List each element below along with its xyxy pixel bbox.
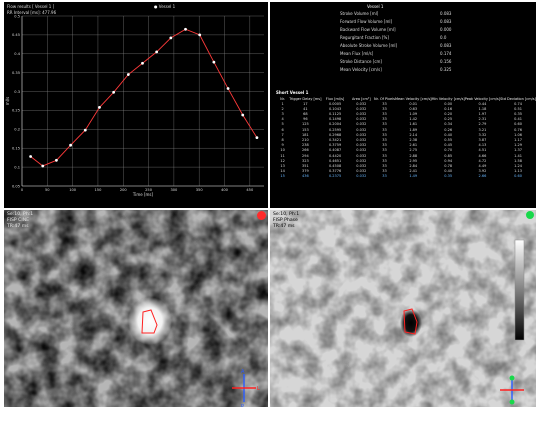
x-tick-label: 350	[196, 188, 204, 192]
y-tick-label: 0.05	[12, 184, 20, 188]
results-panel: Vessel 1 Stroke Volume [ml] 0.083 Forward …	[270, 2, 536, 208]
summary-label: Mean Velocity [cm/s]	[340, 67, 382, 72]
magnitude-viewport[interactable]: A P L Se:10, Ph:1 FISP CINE TR:47 ms	[4, 210, 268, 407]
data-point	[198, 33, 202, 37]
mag-sequence-label: FISP CINE	[7, 218, 30, 223]
y-tick-label: 0.1	[14, 165, 20, 169]
x-tick-label: 400	[221, 188, 229, 192]
data-point	[184, 27, 187, 31]
table-title: Short Vessel 1	[276, 90, 309, 95]
x-tick-label: 300	[170, 188, 178, 192]
x-tick-label: 450	[246, 188, 254, 192]
series-line	[30, 28, 258, 167]
flow-analysis-app: Flow results [ Vessel 1 ] RR Interval [m…	[0, 0, 550, 421]
table-header-row: Nr. Trigger Delay [ms] Flux [ml/s] Area [cm…	[276, 97, 536, 102]
flow-graph-panel[interactable]: Flow results [ Vessel 1 ] RR Interval [m…	[4, 2, 268, 208]
data-point	[141, 61, 144, 65]
summary-label: Backward Flow Volume [ml]	[340, 27, 396, 32]
summary-value: 0.083	[440, 43, 452, 48]
summary-label: Stroke Volume [ml]	[340, 11, 379, 16]
table-cell: 1.49	[409, 174, 418, 179]
data-point	[126, 73, 130, 76]
x-tick-label: 200	[120, 188, 128, 192]
data-point	[241, 113, 245, 117]
x-tick-label: 50	[45, 188, 50, 192]
summary-value: 0.325	[440, 67, 452, 72]
data-point	[83, 128, 87, 132]
summary-label: Forward Flow Volume [ml]	[340, 19, 393, 24]
magnitude-image[interactable]: A P L	[4, 210, 268, 407]
summary-value: 0.0	[440, 35, 447, 40]
mag-series-label: Se:10, Ph:1	[7, 212, 34, 217]
x-axis-label: Time [ms]	[132, 192, 154, 197]
data-point	[155, 50, 159, 54]
summary-label: Stroke Distance [cm]	[340, 59, 382, 64]
flow-chart[interactable]: 0.5 0.45 0.4 0.35 0.3 0.25 0.2 0.15 0.1 0.050 50 10…	[4, 2, 268, 208]
data-point	[98, 106, 101, 109]
summary-value: 0.174	[440, 51, 452, 56]
y-tick-label: 0.5	[14, 14, 20, 18]
data-point	[255, 136, 259, 140]
close-icon[interactable]	[257, 211, 266, 220]
phase-sequence-label: FISP Phase	[273, 218, 298, 223]
data-point	[212, 60, 216, 64]
y-axis-label: ml/s	[5, 97, 10, 105]
colorbar-icon	[514, 239, 525, 341]
phase-series-label: Se:10, Ph:1	[273, 212, 300, 217]
svg-text:L: L	[257, 386, 260, 392]
phase-tr-label: TR:47 ms	[273, 224, 295, 229]
summary-value: 0.156	[440, 59, 452, 64]
y-tick-label: 0.35	[12, 71, 20, 75]
data-point	[69, 143, 73, 147]
y-tick-label: 0.15	[12, 147, 20, 151]
table-cell: 2.66	[478, 174, 487, 179]
table-cell: 0.60	[514, 174, 522, 179]
svg-text:A: A	[241, 369, 245, 375]
summary-label: Mean Flux [ml/s]	[340, 51, 374, 56]
mag-tr-label: TR:47 ms	[7, 224, 29, 229]
phase-viewport[interactable]: Se:10, Ph:1 FISP Phase TR:47 ms	[270, 210, 536, 407]
data-point	[112, 90, 116, 94]
table-cell: 33	[382, 174, 387, 179]
y-tick-label: 0.2	[14, 128, 20, 132]
flow-results-table: Nr. Trigger Delay [ms] Flux [ml/s] Area [cm…	[276, 97, 536, 180]
svg-text:P: P	[241, 404, 244, 407]
summary-label: Absolute Stroke Volume [ml]	[340, 43, 398, 48]
summary-vessel-title: Vessel 1	[367, 4, 384, 9]
summary-label: Regurgitant Fraction [%]	[340, 35, 389, 40]
maximize-icon[interactable]	[526, 211, 534, 219]
y-tick-label: 0.45	[12, 33, 20, 37]
summary-value: 0.083	[440, 11, 452, 16]
data-point	[29, 155, 33, 158]
table-cell: 436	[301, 174, 309, 179]
summary-value: 0.000	[440, 27, 452, 32]
data-point	[55, 158, 58, 162]
x-tick-label: 150	[95, 188, 103, 192]
summary-value: 0.083	[440, 19, 452, 24]
table-cell: 0.2375	[328, 174, 342, 179]
phase-image[interactable]	[270, 210, 536, 407]
data-point	[169, 36, 173, 40]
table-cell: 0.032	[356, 174, 367, 179]
table-cell: 0.35	[444, 174, 453, 179]
y-tick-label: 0.4	[14, 52, 20, 56]
data-point	[226, 87, 230, 90]
y-tick-label: 0.25	[12, 109, 20, 113]
table-cell: 15	[280, 174, 285, 179]
table-row[interactable]: 15 436 0.2375 0.032 33 1.49 0.35 2.66 0.60	[276, 174, 536, 179]
x-tick-label: 100	[69, 188, 77, 192]
x-tick-label: 0	[21, 188, 24, 192]
vessel-bright-spot	[128, 297, 172, 345]
y-tick-label: 0.3	[14, 90, 20, 94]
data-point	[41, 164, 45, 168]
